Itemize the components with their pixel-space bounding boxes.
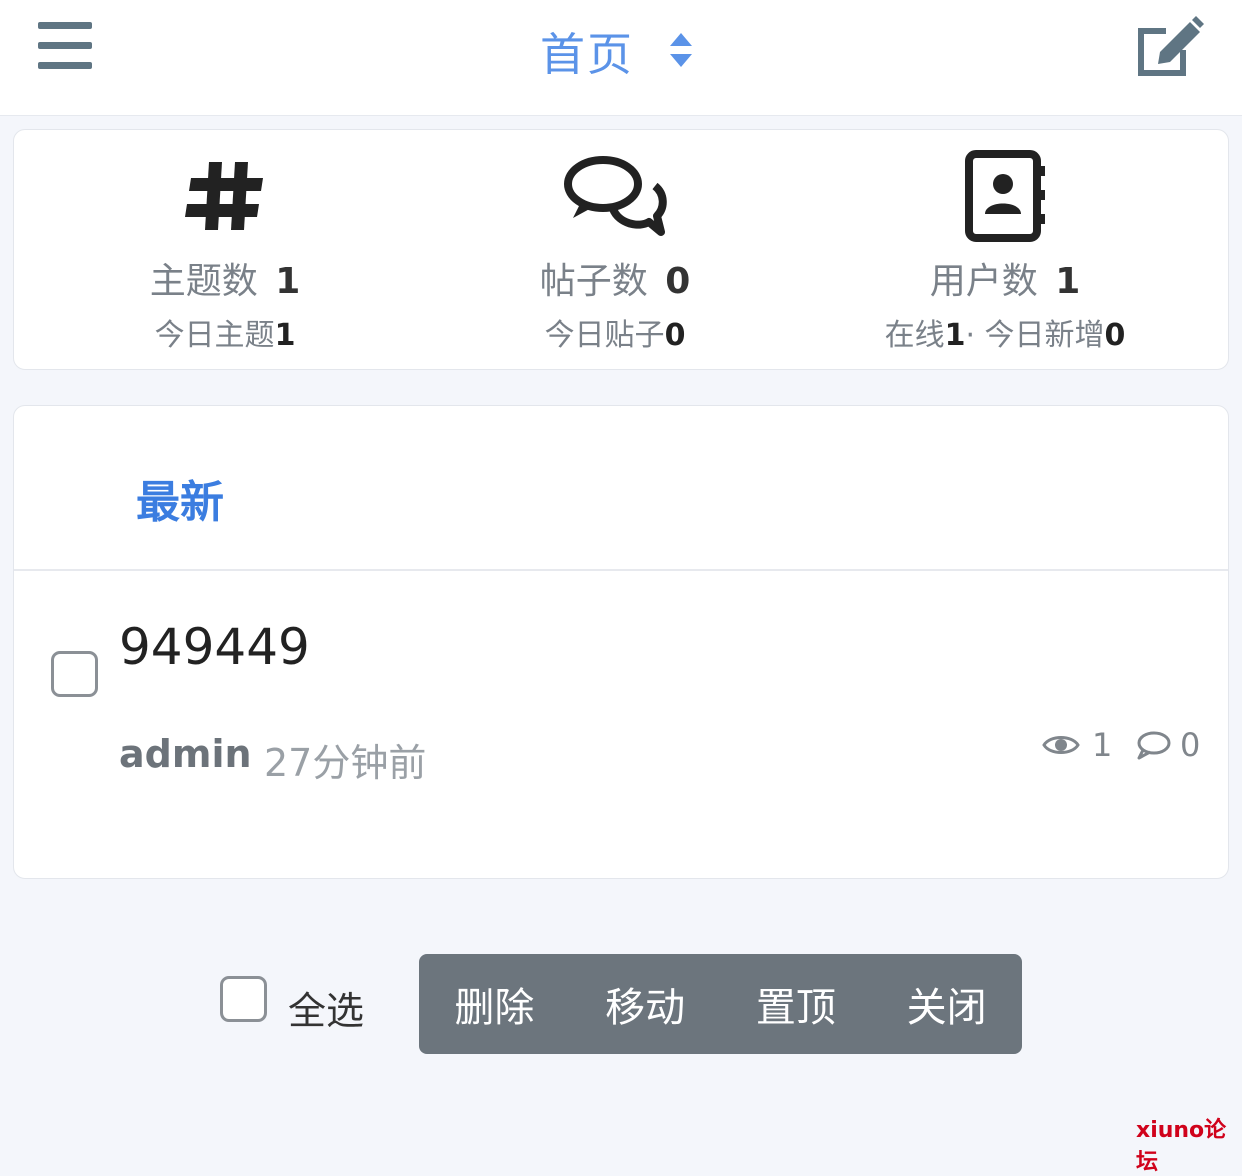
page-title[interactable]: 首页: [540, 18, 634, 83]
sort-icon[interactable]: [668, 31, 694, 69]
hashtag-icon: [185, 162, 263, 230]
thread-author[interactable]: admin: [119, 732, 252, 776]
select-all-checkbox[interactable]: [220, 976, 267, 1022]
compose-icon[interactable]: [1132, 14, 1204, 78]
thread-title[interactable]: 949449: [119, 618, 310, 676]
stats-card: 主题数 1 今日主题1 帖子数 0 今日贴子0 用户数 1 在线1· 今日新增0: [13, 129, 1229, 370]
forum-switcher[interactable]: 首页: [540, 18, 694, 82]
thread-checkbox[interactable]: [51, 651, 98, 697]
replies-count: 0: [1180, 726, 1201, 764]
close-button[interactable]: 关闭: [871, 954, 1022, 1054]
move-button[interactable]: 移动: [570, 954, 721, 1054]
divider: [14, 569, 1228, 571]
watermark: xiuno论坛: [1136, 1118, 1227, 1175]
stat-posts-total: 帖子数 0: [539, 261, 691, 302]
thread-replies: 0: [1136, 726, 1200, 764]
stat-threads-total: 主题数 1: [149, 261, 301, 302]
views-count: 1: [1092, 726, 1113, 764]
comments-icon: [564, 156, 667, 236]
stat-users: 用户数 1 在线1· 今日新增0: [805, 130, 1205, 353]
stat-posts: 帖子数 0 今日贴子0: [415, 130, 815, 353]
eye-icon: [1042, 736, 1080, 754]
moderation-actions: 删除 移动 置顶 关闭: [419, 954, 1022, 1054]
address-book-icon: [965, 150, 1045, 242]
stat-posts-today: 今日贴子0: [544, 318, 686, 353]
thread-time: 27分钟前: [264, 741, 427, 785]
stat-threads-today: 今日主题1: [154, 318, 296, 353]
thread-views: 1: [1042, 726, 1112, 764]
thread-list-card: 最新 949449 admin 27分钟前 1 0: [13, 405, 1229, 879]
stat-users-total: 用户数 1: [929, 261, 1081, 302]
pin-button[interactable]: 置顶: [721, 954, 872, 1054]
top-navbar: 首页: [0, 0, 1242, 116]
delete-button[interactable]: 删除: [419, 954, 570, 1054]
select-all-label[interactable]: 全选: [288, 980, 364, 1035]
menu-icon[interactable]: [38, 22, 92, 70]
stat-users-today: 在线1· 今日新增0: [884, 318, 1126, 353]
tab-latest[interactable]: 最新: [136, 466, 224, 530]
stat-threads: 主题数 1 今日主题1: [25, 130, 425, 353]
comment-icon: [1137, 731, 1171, 760]
